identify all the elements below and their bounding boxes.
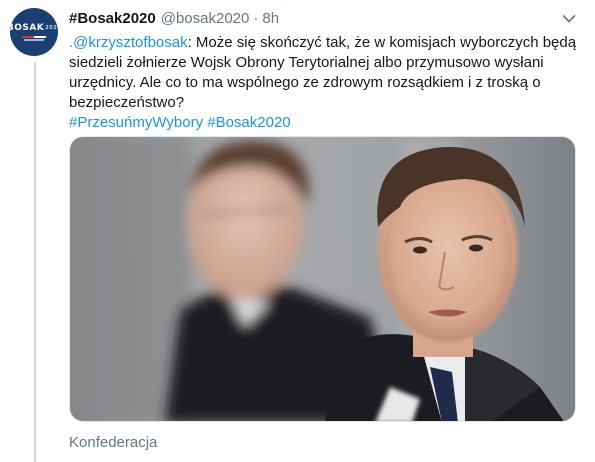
thread-line [34, 62, 36, 462]
mention-link[interactable]: .@krzysztofbosak [69, 34, 188, 51]
avatar-column: BOSAK2020 [10, 8, 60, 56]
tweet-timestamp[interactable]: 8h [262, 9, 279, 29]
tweet-header: #Bosak2020 @bosak2020 · 8h [69, 8, 581, 30]
avatar[interactable]: BOSAK2020 [10, 8, 58, 56]
tweet-text: .@krzysztofbosak: Może się skończyć tak,… [69, 33, 579, 133]
tweet[interactable]: BOSAK2020 #Bosak2020 @bosak2020 · 8h .@k… [0, 0, 595, 462]
tweet-content: #Bosak2020 @bosak2020 · 8h .@krzysztofbo… [69, 8, 581, 451]
separator-dot: · [253, 10, 259, 27]
author-name[interactable]: #Bosak2020 [69, 9, 156, 29]
avatar-logo-stripes [20, 35, 48, 42]
media-source[interactable]: Konfederacja [69, 434, 157, 451]
tweet-photo[interactable] [69, 136, 576, 422]
avatar-logo-text: BOSAK2020 [10, 22, 58, 33]
hashtag-links[interactable]: #PrzesuńmyWybory #Bosak2020 [69, 114, 291, 131]
author-handle[interactable]: @bosak2020 [161, 9, 250, 29]
photo-image [70, 137, 575, 421]
chevron-down-icon[interactable] [559, 10, 579, 28]
